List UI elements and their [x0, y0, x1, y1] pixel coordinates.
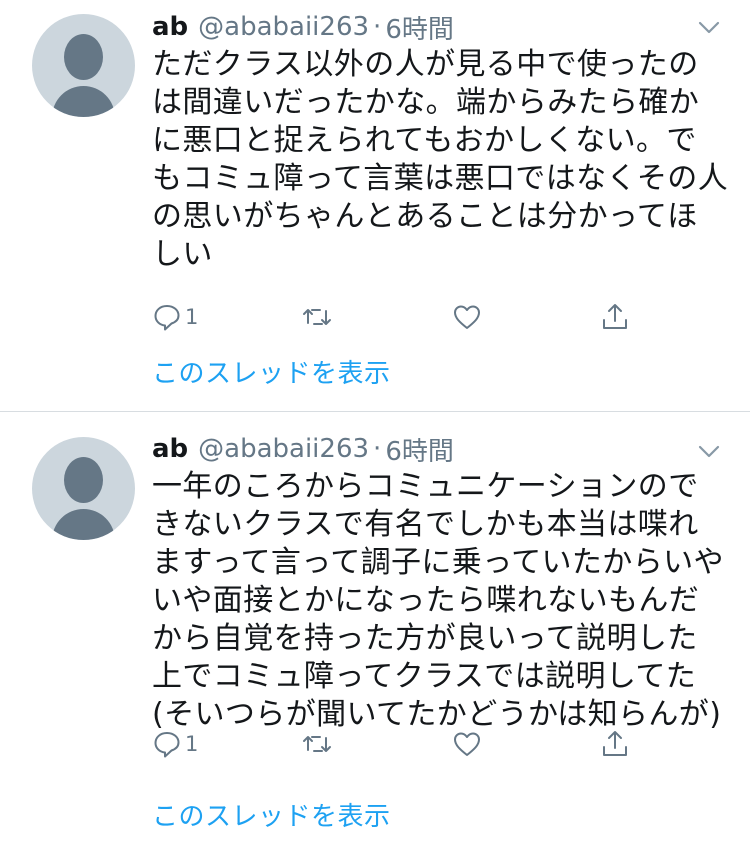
display-name[interactable]: ab: [152, 12, 188, 42]
display-name[interactable]: ab: [152, 434, 188, 464]
chevron-down-icon[interactable]: [696, 438, 722, 464]
retweet-icon: [303, 309, 331, 325]
tweet-text-line: から自覚を持った方が良いって説明した: [152, 621, 698, 656]
like-button[interactable]: [452, 724, 482, 764]
avatar-head: [64, 457, 103, 503]
tweet-text-line: しい: [152, 237, 213, 272]
tweet-header: ab @ababaii263 · 6時間: [152, 431, 454, 468]
tweet-text-line: ますって言って調子に乗っていたからいや: [152, 545, 724, 580]
avatar[interactable]: [32, 14, 135, 117]
heart-icon: [454, 305, 480, 329]
reply-icon: [154, 732, 180, 758]
avatar-body: [52, 86, 115, 117]
avatar-head: [64, 34, 103, 80]
share-button[interactable]: [600, 724, 630, 764]
separator-dot: ·: [373, 434, 382, 464]
tweet-text-line: 上でコミュ障ってクラスでは説明してた: [152, 659, 697, 694]
tweet-actions: 1: [152, 724, 652, 764]
user-handle[interactable]: @ababaii263: [198, 12, 369, 42]
retweet-button[interactable]: [302, 724, 332, 764]
tweet-text-line: 一年のころからコミュニケーションので: [152, 469, 699, 504]
tweet-text-line: きないクラスで有名でしかも本当は喋れ: [152, 507, 699, 542]
user-handle[interactable]: @ababaii263: [198, 434, 369, 464]
share-button[interactable]: [600, 297, 630, 337]
timestamp[interactable]: 6時間: [385, 9, 454, 46]
tweet-text: ただクラス以外の人が見る中で使ったの は間違いだったかな。端からみたら確か に悪…: [152, 46, 729, 274]
tweet[interactable]: ab @ababaii263 · 6時間 ただクラス以外の人が見る中で使ったの …: [0, 0, 750, 412]
tweet[interactable]: ab @ababaii263 · 6時間 一年のころからコミュニケーションので …: [0, 412, 750, 856]
tweet-text-line: もコミュ障って言葉は悪口ではなくその人: [152, 161, 729, 196]
timestamp[interactable]: 6時間: [385, 431, 454, 468]
like-button[interactable]: [452, 297, 482, 337]
show-thread-link[interactable]: このスレッドを表示: [152, 353, 391, 390]
tweet-text-line: ただクラス以外の人が見る中で使ったの: [152, 47, 699, 82]
show-thread-link[interactable]: このスレッドを表示: [152, 796, 391, 833]
reply-button[interactable]: 1: [152, 724, 198, 764]
heart-icon: [454, 732, 480, 756]
reply-count: 1: [185, 732, 199, 756]
share-icon: [603, 731, 627, 756]
tweet-text-line: は間違いだったかな。端からみたら確か: [152, 85, 700, 120]
tweet-text-line: いや面接とかになったら喋れないもんだ: [152, 583, 700, 618]
avatar-body: [52, 509, 115, 540]
tweet-header: ab @ababaii263 · 6時間: [152, 9, 454, 46]
tweet-actions: 1: [152, 297, 652, 337]
tweet-text-line: の思いがちゃんとあることは分かってほ: [152, 199, 698, 234]
tweet-text-line: に悪口と捉えられてもおかしくない。で: [152, 123, 697, 158]
retweet-icon: [303, 736, 331, 752]
tweet-text: 一年のころからコミュニケーションので きないクラスで有名でしかも本当は喋れ ます…: [152, 468, 724, 734]
retweet-button[interactable]: [302, 297, 332, 337]
avatar[interactable]: [32, 437, 135, 540]
reply-count: 1: [185, 305, 199, 329]
reply-button[interactable]: 1: [152, 297, 198, 337]
chevron-down-icon[interactable]: [696, 14, 722, 40]
separator-dot: ·: [373, 12, 382, 42]
share-icon: [603, 304, 627, 329]
reply-icon: [154, 305, 180, 331]
